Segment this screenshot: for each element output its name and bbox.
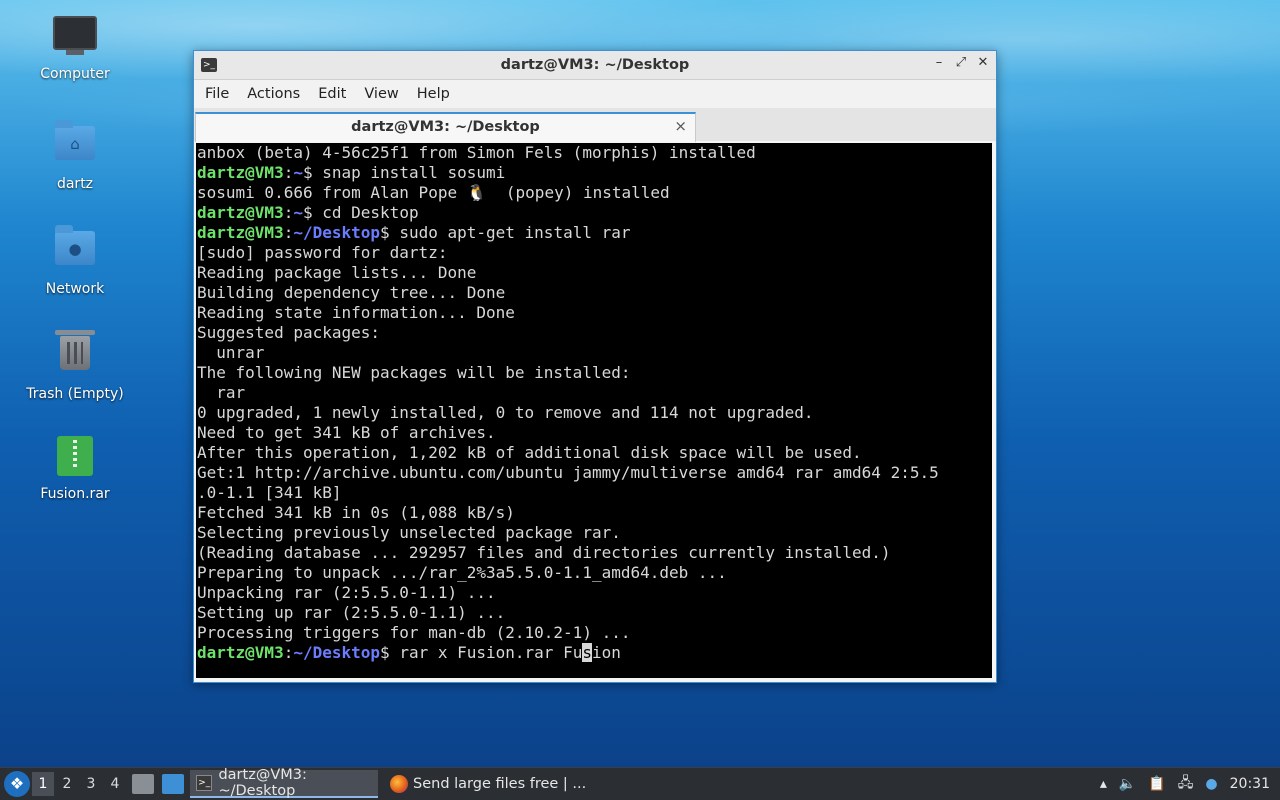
workspace-3[interactable]: 3 (80, 772, 102, 796)
prompt-separator: : (283, 163, 294, 182)
trash-icon (53, 330, 97, 380)
maximize-button[interactable]: ⤢ (954, 55, 968, 70)
network-folder-icon: ● (53, 225, 97, 275)
terminal-line: Need to get 341 kB of archives. (197, 423, 496, 442)
prompt-user: dartz@VM3 (197, 203, 284, 222)
workspace-1[interactable]: 1 (32, 772, 54, 796)
terminal-line: anbox (beta) 4-56c25f1 from Simon Fels (… (197, 143, 756, 162)
minimize-button[interactable]: – (932, 55, 946, 70)
workspace-4[interactable]: 4 (104, 772, 126, 796)
close-button[interactable]: ✕ (976, 55, 990, 70)
terminal-line: dartz@VM3:~/Desktop$ sudo apt-get instal… (196, 223, 992, 243)
prompt-path: ~ (293, 163, 303, 182)
terminal-window[interactable]: >_ dartz@VM3: ~/Desktop – ⤢ ✕ File Actio… (193, 50, 997, 683)
terminal-line: dartz@VM3:~$ snap install sosumi (196, 163, 992, 183)
desktop-icon-fusion-rar[interactable]: Fusion.rar (20, 436, 130, 502)
tray-arrow-icon[interactable]: ▴ (1100, 776, 1107, 792)
desktop-icon-computer[interactable]: Computer (20, 16, 130, 82)
menu-edit[interactable]: Edit (311, 86, 353, 102)
command-text: $ snap install sosumi (302, 163, 506, 182)
terminal-task-icon: >_ (196, 775, 213, 791)
window-titlebar[interactable]: >_ dartz@VM3: ~/Desktop – ⤢ ✕ (194, 51, 996, 80)
terminal-line: .0-1.1 [341 kB] (197, 483, 342, 502)
desktop-icon-label: Fusion.rar (40, 486, 110, 502)
updates-icon[interactable]: ● (1205, 776, 1217, 792)
clock[interactable]: 20:31 (1230, 776, 1270, 792)
terminal-output[interactable]: anbox (beta) 4-56c25f1 from Simon Fels (… (196, 143, 992, 678)
firefox-icon (390, 775, 408, 793)
prompt-path: ~ (293, 203, 303, 222)
volume-icon[interactable]: 🔈 (1119, 776, 1136, 792)
desktop-icon-trash[interactable]: Trash (Empty) (20, 330, 130, 402)
terminal-line: 0 upgraded, 1 newly installed, 0 to remo… (197, 403, 814, 422)
start-menu-icon[interactable]: ❖ (4, 771, 30, 797)
network-icon[interactable]: 🖧 (1178, 772, 1194, 796)
terminal-line: Suggested packages: (197, 323, 381, 342)
terminal-line: The following NEW packages will be insta… (197, 363, 631, 382)
terminal-line: Reading state information... Done (197, 303, 515, 322)
desktop-icon-label: Trash (Empty) (26, 386, 124, 402)
terminal-line: Reading package lists... Done (197, 263, 477, 282)
clipboard-icon[interactable]: 📋 (1148, 776, 1165, 792)
command-text: $ cd Desktop (302, 203, 419, 222)
terminal-line: Processing triggers for man-db (2.10.2-1… (197, 623, 631, 642)
terminal-line: Unpacking rar (2:5.5.0-1.1) ... (197, 583, 496, 602)
prompt-separator: : (283, 643, 294, 662)
command-text: $ sudo apt-get install rar (380, 223, 631, 242)
prompt-path: ~/Desktop (293, 223, 381, 242)
terminal-line: Fetched 341 kB in 0s (1,088 kB/s) (197, 503, 515, 522)
menu-bar: File Actions Edit View Help (194, 80, 996, 108)
show-desktop-icon[interactable] (162, 774, 184, 794)
desktop-icon-network[interactable]: ● Network (20, 225, 130, 297)
tab-terminal[interactable]: dartz@VM3: ~/Desktop × (195, 112, 696, 142)
prompt-separator: : (283, 223, 294, 242)
terminal-line: unrar (197, 343, 265, 362)
terminal-line: (Reading database ... 292957 files and d… (197, 543, 891, 562)
terminal-line: Preparing to unpack .../rar_2%3a5.5.0-1.… (197, 563, 727, 582)
desktop-icon-label: Computer (40, 66, 110, 82)
desktop-icon-label: Network (45, 281, 105, 297)
tab-label: dartz@VM3: ~/Desktop (351, 119, 540, 135)
file-manager-launcher-icon[interactable] (132, 774, 154, 794)
menu-help[interactable]: Help (410, 86, 457, 102)
tab-close-icon[interactable]: × (674, 117, 687, 135)
terminal-line: Selecting previously unselected package … (197, 523, 621, 542)
command-input-rest: ion (591, 643, 621, 662)
terminal-line: Setting up rar (2:5.5.0-1.1) ... (197, 603, 506, 622)
terminal-line: [sudo] password for dartz: (197, 243, 448, 262)
tab-bar: dartz@VM3: ~/Desktop × (194, 108, 996, 142)
taskbar: ❖ 1 2 3 4 >_ dartz@VM3: ~/Desktop Send l… (0, 767, 1280, 800)
terminal-current-line[interactable]: dartz@VM3:~/Desktop$ rar x Fusion.rar Fu… (196, 643, 992, 663)
command-input: $ rar x Fusion.rar Fu (380, 643, 583, 662)
desktop-icon-home[interactable]: ⌂ dartz (20, 120, 130, 192)
prompt-user: dartz@VM3 (197, 163, 284, 182)
text-cursor: s (582, 643, 592, 662)
terminal-line: Get:1 http://archive.ubuntu.com/ubuntu j… (197, 463, 939, 482)
terminal-line: After this operation, 1,202 kB of additi… (197, 443, 862, 462)
prompt-user: dartz@VM3 (197, 643, 284, 662)
terminal-line: rar (197, 383, 246, 402)
task-terminal[interactable]: >_ dartz@VM3: ~/Desktop (190, 767, 378, 799)
terminal-line: sosumi 0.666 from Alan Pope 🐧 (popey) in… (197, 183, 670, 202)
menu-actions[interactable]: Actions (240, 86, 307, 102)
window-title: dartz@VM3: ~/Desktop (500, 57, 690, 73)
terminal-line: dartz@VM3:~$ cd Desktop (196, 203, 992, 223)
prompt-path: ~/Desktop (293, 643, 381, 662)
menu-file[interactable]: File (198, 86, 236, 102)
home-folder-icon: ⌂ (53, 120, 97, 170)
computer-icon (53, 16, 97, 60)
task-label: Send large files free | ... (413, 776, 587, 792)
prompt-user: dartz@VM3 (197, 223, 284, 242)
system-tray: ▴ 🔈 📋 🖧 ● 20:31 (1100, 772, 1280, 796)
task-label: dartz@VM3: ~/Desktop (218, 767, 307, 799)
archive-icon (53, 436, 97, 480)
task-firefox[interactable]: Send large files free | ... (384, 771, 592, 797)
prompt-separator: : (283, 203, 294, 222)
desktop-icon-label: dartz (56, 176, 94, 192)
workspace-2[interactable]: 2 (56, 772, 78, 796)
menu-view[interactable]: View (357, 86, 405, 102)
terminal-line: Building dependency tree... Done (197, 283, 506, 302)
